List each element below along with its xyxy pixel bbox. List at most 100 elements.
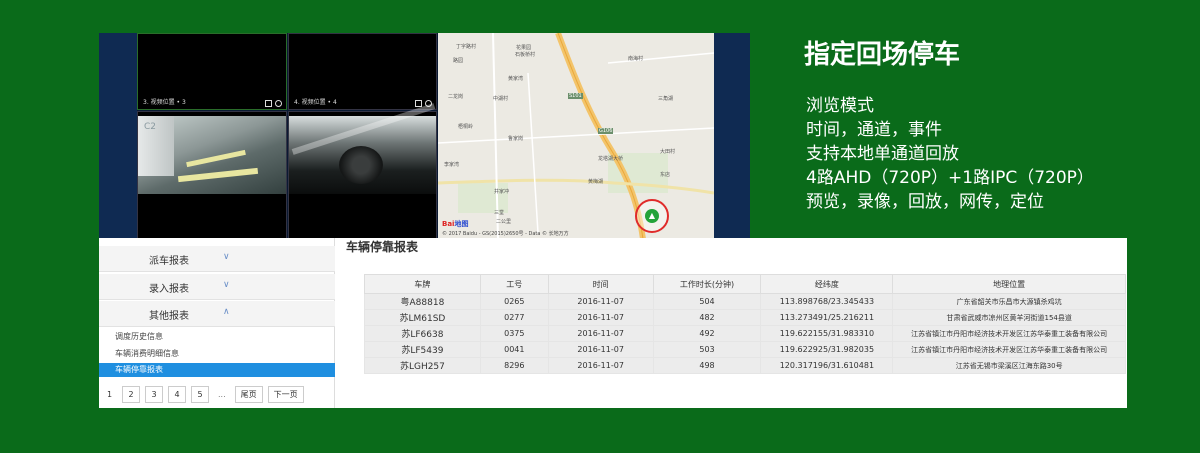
map-place: 三角湖: [658, 96, 674, 102]
cell-time: 2016-11-07: [547, 309, 654, 326]
current-page: 1: [107, 390, 113, 399]
map-place: 二龙岗: [448, 94, 464, 100]
map-place: 二公里: [496, 219, 512, 225]
cell-plate: 苏LF6638: [364, 325, 481, 342]
map-place: 鲁家岗: [508, 136, 524, 142]
cell-duration: 482: [652, 309, 762, 326]
table-row[interactable]: 苏LM61SD 0277 2016-11-07 482 113.273491/2…: [364, 309, 1126, 326]
sidebar-item-entry-report[interactable]: 录入报表 ∨: [99, 274, 335, 300]
parking-line: [186, 149, 246, 168]
map-roads: [438, 33, 714, 239]
cell-address: 甘肃省武威市凉州区黄羊河街道154县道: [892, 309, 1126, 326]
cell-id: 0265: [479, 293, 549, 310]
cell-time: 2016-11-07: [547, 357, 654, 374]
map-logo-text: Bai: [442, 220, 455, 228]
sidebar-item-label: 录入报表: [149, 284, 189, 295]
map-place: 黄梅湖: [588, 179, 604, 185]
report-table: 车牌 工号 时间 工作时长(分钟) 经纬度 地理位置 粤A88818 0265 …: [364, 274, 1126, 374]
table-row[interactable]: 苏LF6638 0375 2016-11-07 492 119.622155/3…: [364, 325, 1126, 342]
cell-duration: 503: [652, 341, 762, 358]
map-place: 井家冲: [494, 189, 510, 195]
table-row[interactable]: 粤A88818 0265 2016-11-07 504 113.898768/2…: [364, 293, 1126, 310]
cell-id: 0277: [479, 309, 549, 326]
column-header[interactable]: 经纬度: [760, 274, 894, 294]
map-place: 梧桐岭: [458, 124, 474, 130]
cell-time: 2016-11-07: [547, 341, 654, 358]
location-map[interactable]: 丁字路村 花果园 石板桥村 路园 黄家湾 南海村 二龙岗 中湖村 鲁家岗 梧桐岭…: [438, 33, 714, 239]
camera-slot-4[interactable]: [288, 103, 437, 239]
chevron-down-icon: ∨: [223, 280, 230, 290]
chevron-up-icon: ∧: [223, 307, 230, 317]
map-place: 南海村: [628, 56, 644, 62]
sidebar-subitem-dispatch-history[interactable]: 调度历史信息: [99, 330, 335, 344]
navigation-arrow-icon: ▲: [645, 209, 659, 223]
column-header[interactable]: 工号: [479, 274, 549, 294]
cell-coordinates: 113.898768/23.345433: [760, 293, 894, 310]
cell-address: 江苏省镇江市丹阳市经济技术开发区江苏华泰重工装备有限公司: [892, 341, 1126, 358]
feature-title: 指定回场停车: [804, 40, 961, 70]
cell-coordinates: 113.273491/25.216211: [760, 309, 894, 326]
next-page-button[interactable]: 下一页: [267, 386, 304, 403]
cell-plate: 苏LGH257: [364, 357, 481, 374]
page-button-3[interactable]: 3: [145, 386, 163, 403]
camera-slot-3[interactable]: C2: [137, 111, 287, 239]
table-row[interactable]: 苏LF5439 0041 2016-11-07 503 119.622925/3…: [364, 341, 1126, 358]
garage-video-feed: C2: [138, 116, 286, 194]
table-row[interactable]: 苏LGH257 8296 2016-11-07 498 120.317196/3…: [364, 357, 1126, 374]
sidebar-item-other-report[interactable]: 其他报表 ∧: [99, 301, 335, 327]
cell-duration: 498: [652, 357, 762, 374]
column-header[interactable]: 时间: [547, 274, 654, 294]
cell-id: 8296: [479, 357, 549, 374]
last-page-button[interactable]: 尾页: [234, 386, 263, 403]
cell-plate: 苏LF5439: [364, 341, 481, 358]
road-shield: G106: [598, 128, 614, 134]
column-header[interactable]: 车牌: [364, 274, 481, 294]
map-place: 黄家湾: [508, 76, 524, 82]
fullscreen-icon[interactable]: [265, 100, 272, 107]
camera-label: 3. 视频位置 • 3: [143, 99, 186, 106]
video-viewer: 3. 视频位置 • 3 4. 视频位置 • 4 C2 丁字路村 花果园 石板桥村…: [99, 33, 750, 239]
cell-duration: 504: [652, 293, 762, 310]
pagination: 1 2 3 4 5 ... 尾页 下一页: [107, 386, 304, 403]
road-shield: S101: [568, 93, 583, 99]
page-button-2[interactable]: 2: [122, 386, 140, 403]
page-title: 车辆停靠报表: [346, 240, 419, 254]
page-button-4[interactable]: 4: [168, 386, 186, 403]
feature-line: 预览，录像，回放，网传，定位: [806, 192, 1044, 212]
gps-marker[interactable]: ▲: [635, 199, 669, 233]
chevron-down-icon: ∨: [223, 252, 230, 262]
column-header[interactable]: 地理位置: [892, 274, 1126, 294]
sidebar-subitem-parking-report[interactable]: 车辆停靠报表: [99, 363, 335, 377]
report-sidebar: 派车报表 ∨ 录入报表 ∨ 其他报表 ∧ 调度历史信息 车辆消费明细信息 车辆停…: [99, 238, 335, 408]
zoom-icon[interactable]: [275, 100, 282, 107]
map-place: 石板桥村: [515, 52, 536, 58]
column-header[interactable]: 工作时长(分钟): [652, 274, 762, 294]
map-place: 中湖村: [493, 96, 509, 102]
cell-duration: 492: [652, 325, 762, 342]
cell-address: 广东省韶关市乐昌市大源镇杀鸡坑: [892, 293, 1126, 310]
map-place: 大田村: [660, 149, 676, 155]
camera-slot-1[interactable]: 3. 视频位置 • 3: [137, 33, 287, 110]
feature-list: 浏览模式 时间，通道，事件 支持本地单通道回放 4路AHD（720P）+1路IP…: [806, 94, 1094, 214]
viewer-left-border: [99, 33, 137, 239]
sidebar-subitem-consumption-detail[interactable]: 车辆消费明细信息: [99, 347, 335, 361]
feature-line: 4路AHD（720P）+1路IPC（720P）: [806, 168, 1094, 188]
cell-id: 0375: [479, 325, 549, 342]
cell-address: 江苏省镇江市丹阳市经济技术开发区江苏华泰重工装备有限公司: [892, 325, 1126, 342]
cell-plate: 粤A88818: [364, 293, 481, 310]
camera-tools: [265, 100, 282, 107]
cell-id: 0041: [479, 341, 549, 358]
cell-coordinates: 120.317196/31.610481: [760, 357, 894, 374]
sidebar-item-dispatch-report[interactable]: 派车报表 ∨: [99, 246, 335, 272]
cell-plate: 苏LM61SD: [364, 309, 481, 326]
page-button-5[interactable]: 5: [191, 386, 209, 403]
report-main: 车辆停靠报表 车牌 工号 时间 工作时长(分钟) 经纬度 地理位置 粤A8881…: [336, 238, 1127, 408]
feature-line: 支持本地单通道回放: [806, 144, 959, 164]
map-logo-suffix: 地图: [454, 220, 469, 228]
garage-sign: C2: [144, 122, 157, 132]
cell-coordinates: 119.622925/31.982035: [760, 341, 894, 358]
camera-slot-2[interactable]: 4. 视频位置 • 4: [288, 33, 437, 110]
cell-address: 江苏省无锡市梁溪区江海东路30号: [892, 357, 1126, 374]
map-place: 李家湾: [444, 162, 460, 168]
report-table-wrap: 车牌 工号 时间 工作时长(分钟) 经纬度 地理位置 粤A88818 0265 …: [364, 274, 1126, 374]
